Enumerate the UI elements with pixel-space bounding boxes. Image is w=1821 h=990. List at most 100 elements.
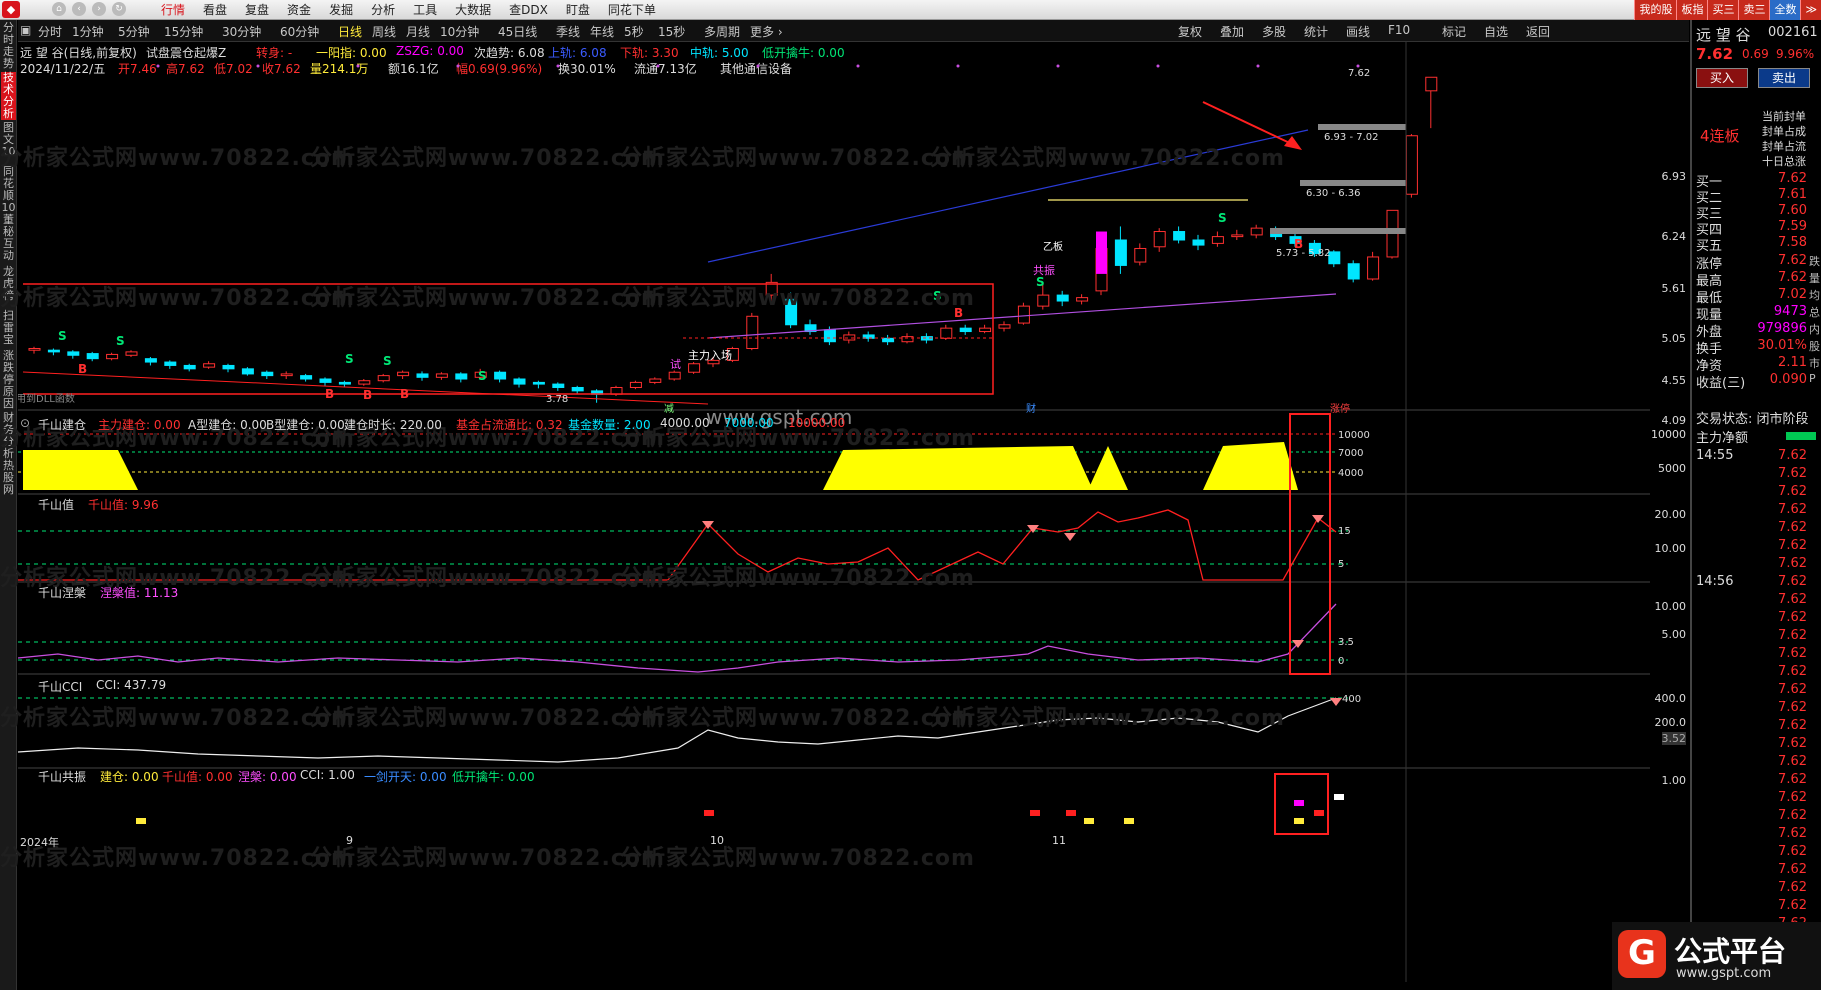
menu-item-10[interactable]: 同花下单 [599, 2, 665, 18]
layout-icon[interactable]: ▣ [20, 23, 31, 37]
watermark-text: 分析家公式网www.70822.com [0, 286, 355, 311]
book-price: 7.62 [1778, 171, 1807, 186]
period-tab-5[interactable]: 60分钟 [280, 23, 319, 40]
period-tab-8[interactable]: 月线 [406, 23, 430, 40]
menu-item-2[interactable]: 复盘 [236, 2, 278, 18]
candle-body [164, 361, 177, 366]
candle-body [319, 378, 332, 383]
top-right-button-0[interactable]: 我的股 [1634, 0, 1677, 20]
tool-button-2[interactable]: 多股 [1262, 23, 1286, 40]
candle-body [979, 327, 992, 333]
period-tab-15[interactable]: 多周期 [704, 23, 740, 40]
top-right-button-3[interactable]: 卖三 [1738, 0, 1770, 20]
tick-row: 7.62 [1694, 592, 1821, 611]
tick-price: 7.62 [1778, 448, 1807, 463]
tool-button-5[interactable]: F10 [1388, 23, 1410, 37]
candle-body [823, 329, 836, 343]
candle-body [513, 378, 526, 385]
refresh-icon[interactable]: ↻ [112, 2, 126, 16]
left-tab-3[interactable]: 同花顺10 [1, 166, 16, 214]
left-tab-6[interactable]: 扫雷宝 [1, 310, 16, 346]
period-tab-14[interactable]: 15秒 [658, 23, 685, 40]
forward-icon[interactable]: › [92, 2, 106, 16]
candle-body [998, 324, 1011, 329]
panel5-item: 低开擒牛: 0.00 [452, 770, 535, 784]
tool-button-1[interactable]: 叠加 [1220, 23, 1244, 40]
period-tab-3[interactable]: 15分钟 [164, 23, 203, 40]
period-tab-0[interactable]: 分时 [38, 23, 62, 40]
tool-button-4[interactable]: 画线 [1346, 23, 1370, 40]
left-tab-7[interactable]: 涨跌停原因 [1, 350, 16, 410]
panel-toggle-icon[interactable]: ⊙ [20, 416, 30, 430]
menu-item-8[interactable]: 查DDX [500, 2, 557, 18]
menu-item-4[interactable]: 发掘 [320, 2, 362, 18]
period-dot [1256, 64, 1260, 68]
top-right-buttons: 我的股 板指 买三 卖三 全数 ≫ [1634, 0, 1821, 20]
period-dot [856, 64, 860, 68]
panel4-axis-label: 400.0 [1654, 692, 1687, 705]
seal-line: 十日总涨 [1762, 155, 1806, 168]
panel5-title: 千山共振 [38, 770, 87, 784]
left-tab-4[interactable]: 董秘互动 [1, 214, 16, 262]
tick-price: 7.62 [1778, 862, 1807, 877]
tool-button-3[interactable]: 统计 [1304, 23, 1328, 40]
period-tab-10[interactable]: 45日线 [498, 23, 537, 40]
candle-body [47, 349, 60, 353]
tick-time: 14:55 [1696, 448, 1734, 463]
home-icon[interactable]: ⌂ [52, 2, 66, 16]
period-tab-4[interactable]: 30分钟 [222, 23, 261, 40]
stat-unit: 股 [1809, 340, 1820, 353]
brand-url: www.gspt.com [1676, 966, 1772, 981]
tick-row: 7.62 [1694, 808, 1821, 827]
tool-button-7[interactable]: 自选 [1484, 23, 1508, 40]
period-tab-1[interactable]: 1分钟 [72, 23, 104, 40]
panel1-item: 基金占流通比: 0.32 [456, 418, 563, 432]
period-tab-13[interactable]: 5秒 [624, 23, 644, 40]
candle-body [532, 381, 545, 385]
menu-item-9[interactable]: 盯盘 [557, 2, 599, 18]
menu-item-1[interactable]: 看盘 [194, 2, 236, 18]
menu-item-3[interactable]: 资金 [278, 2, 320, 18]
menu-item-0[interactable]: 行情 [152, 2, 194, 18]
top-right-button-1[interactable]: 板指 [1676, 0, 1708, 20]
tick-row: 7.62 [1694, 466, 1821, 485]
price-zone-label: 6.30 - 6.36 [1306, 188, 1361, 199]
panel4-value: CCI: 437.79 [96, 678, 167, 692]
buy-marker: B [325, 387, 334, 401]
period-tab-7[interactable]: 周线 [372, 23, 396, 40]
period-tab-9[interactable]: 10分钟 [440, 23, 479, 40]
left-tab-0[interactable]: 分时走势 [1, 22, 16, 70]
period-tab-11[interactable]: 季线 [556, 23, 580, 40]
menu-item-7[interactable]: 大数据 [446, 2, 500, 18]
top-right-button-4[interactable]: 全数 [1769, 0, 1801, 20]
tool-button-0[interactable]: 复权 [1178, 23, 1202, 40]
period-tab-16[interactable]: 更多 › [750, 23, 783, 40]
period-tab-6[interactable]: 日线 [338, 23, 362, 40]
menu-item-5[interactable]: 分析 [362, 2, 404, 18]
back-icon[interactable]: ‹ [72, 2, 86, 16]
candle-body [649, 378, 662, 383]
stat-value: 30.01% [1757, 338, 1807, 353]
buy-button[interactable]: 买入 [1696, 68, 1748, 88]
tool-button-8[interactable]: 返回 [1526, 23, 1550, 40]
panel4-axis-label: 200.0 [1654, 716, 1687, 729]
period-tab-12[interactable]: 年线 [590, 23, 614, 40]
left-tab-9[interactable]: 热股网 [1, 460, 16, 496]
top-right-button-2[interactable]: 买三 [1707, 0, 1739, 20]
top-right-button-5[interactable]: ≫ [1800, 0, 1821, 20]
tick-price: 7.62 [1778, 736, 1807, 751]
sell-button[interactable]: 卖出 [1758, 68, 1810, 88]
panel1-axis-label: 5000 [1658, 462, 1686, 475]
tick-price: 7.62 [1778, 844, 1807, 859]
candle-body [552, 383, 565, 388]
price-zone-bar [1300, 180, 1406, 186]
accumulation-area [1088, 446, 1128, 490]
tick-row: 7.62 [1694, 826, 1821, 845]
nirvana-line [18, 603, 1337, 673]
menu-item-6[interactable]: 工具 [404, 2, 446, 18]
tick-price: 7.62 [1778, 826, 1807, 841]
left-tab-1[interactable]: 技术分析 [1, 72, 16, 120]
panel1-item: 建仓时长: 220.00 [344, 418, 442, 432]
tool-button-6[interactable]: 标记 [1442, 23, 1466, 40]
period-tab-2[interactable]: 5分钟 [118, 23, 150, 40]
